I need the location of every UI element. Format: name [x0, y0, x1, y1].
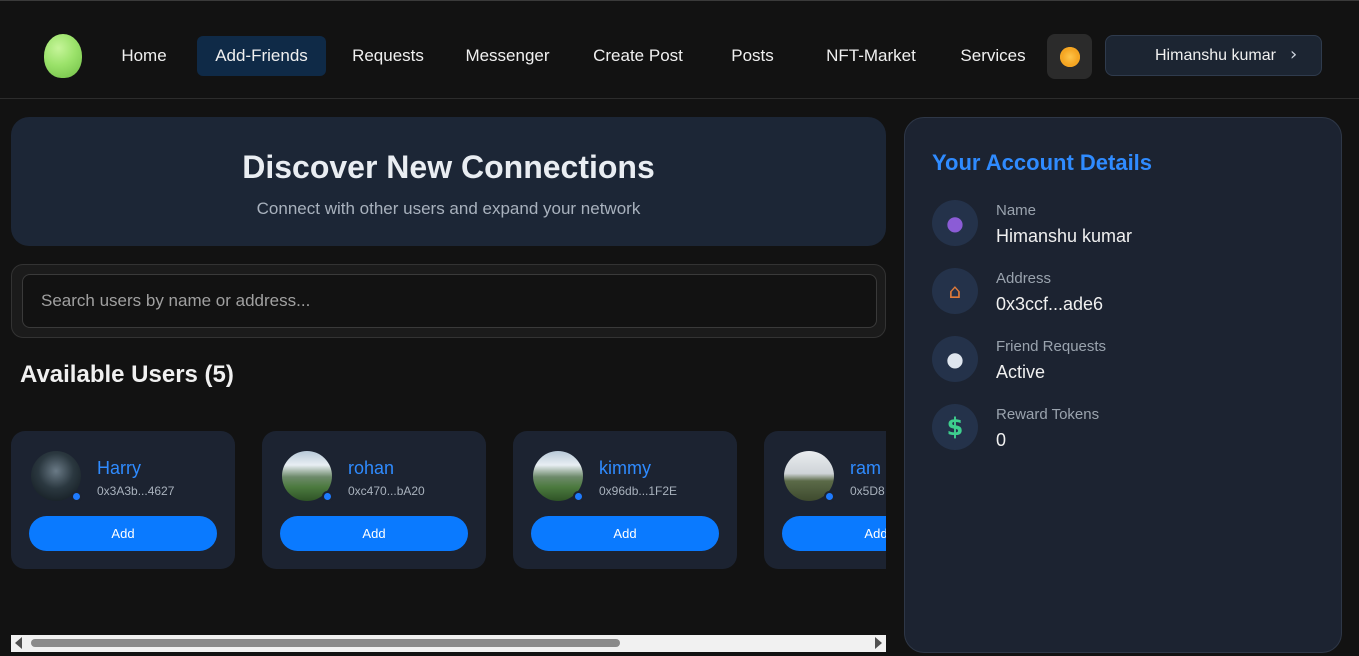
user-card: Harry 0x3A3b...4627 Add: [11, 431, 235, 569]
house-icon: ⌂: [932, 268, 978, 314]
hero-title: Discover New Connections: [242, 149, 655, 185]
online-status-dot: [322, 491, 333, 502]
detail-label: Name: [996, 202, 1037, 219]
user-profile-button[interactable]: Himanshu kumar ›: [1105, 35, 1322, 76]
theme-toggle-button[interactable]: [1047, 34, 1092, 79]
users-scroll-strip[interactable]: Harry 0x3A3b...4627 Add rohan 0xc470...b…: [11, 431, 886, 571]
detail-address: ⌂ Address 0x3ccf...ade6: [932, 268, 1332, 318]
top-navbar: Home Add-Friends Requests Messenger Crea…: [0, 0, 1359, 99]
nav-services[interactable]: Services: [950, 36, 1036, 76]
scroll-right-icon[interactable]: [875, 637, 882, 649]
account-title: Your Account Details: [932, 150, 1153, 175]
speech-bubble-icon: ●: [932, 336, 978, 382]
app-logo[interactable]: [44, 34, 82, 78]
horizontal-scrollbar[interactable]: [11, 635, 886, 652]
discover-hero: Discover New Connections Connect with ot…: [11, 117, 886, 246]
online-status-dot: [573, 491, 584, 502]
user-name[interactable]: ram: [850, 458, 881, 479]
dollar-icon: $: [932, 404, 978, 450]
search-input[interactable]: [22, 274, 877, 328]
user-address: 0x96db...1F2E: [599, 484, 678, 498]
user-card: ram 0x5D8 Add: [764, 431, 886, 569]
user-name[interactable]: Harry: [97, 458, 141, 479]
chevron-right-icon: ›: [1290, 44, 1298, 65]
available-users-title: Available Users (5): [20, 361, 234, 388]
add-friend-button[interactable]: Add: [280, 516, 468, 551]
add-friend-button[interactable]: Add: [782, 516, 886, 551]
user-card: rohan 0xc470...bA20 Add: [262, 431, 486, 569]
nav-messenger[interactable]: Messenger: [455, 36, 560, 76]
nav-nft-market[interactable]: NFT-Market: [812, 36, 930, 76]
nav-add-friends[interactable]: Add-Friends: [197, 36, 326, 76]
detail-friend-requests: ● Friend Requests Active: [932, 336, 1332, 386]
hero-subtitle: Connect with other users and expand your…: [256, 199, 641, 218]
user-address: 0xc470...bA20: [348, 484, 425, 498]
search-container: [11, 264, 886, 338]
detail-value: 0x3ccf...ade6: [996, 294, 1104, 314]
add-friend-button[interactable]: Add: [29, 516, 217, 551]
add-friend-button[interactable]: Add: [531, 516, 719, 551]
detail-value: 0: [996, 430, 1007, 450]
nav-home[interactable]: Home: [104, 36, 184, 76]
online-status-dot: [824, 491, 835, 502]
user-name[interactable]: kimmy: [599, 458, 651, 479]
nav-create-post[interactable]: Create Post: [580, 36, 696, 76]
detail-value: Active: [996, 362, 1046, 382]
user-card: kimmy 0x96db...1F2E Add: [513, 431, 737, 569]
scrollbar-thumb[interactable]: [31, 639, 620, 647]
detail-label: Reward Tokens: [996, 406, 1100, 423]
nav-posts[interactable]: Posts: [720, 36, 785, 76]
sun-icon: [1059, 46, 1080, 67]
detail-label: Friend Requests: [996, 338, 1107, 355]
nav-requests[interactable]: Requests: [340, 36, 436, 76]
person-icon: ●: [932, 200, 978, 246]
account-details-panel: Your Account Details ● Name Himanshu kum…: [904, 117, 1342, 653]
scroll-left-icon[interactable]: [15, 637, 22, 649]
online-status-dot: [71, 491, 82, 502]
user-pill-name: Himanshu kumar: [1155, 47, 1276, 64]
detail-label: Address: [996, 270, 1052, 287]
user-address: 0x3A3b...4627: [97, 484, 175, 498]
detail-name: ● Name Himanshu kumar: [932, 200, 1332, 250]
detail-reward-tokens: $ Reward Tokens 0: [932, 404, 1332, 454]
user-address: 0x5D8: [850, 484, 885, 498]
user-name[interactable]: rohan: [348, 458, 394, 479]
detail-value: Himanshu kumar: [996, 226, 1133, 246]
